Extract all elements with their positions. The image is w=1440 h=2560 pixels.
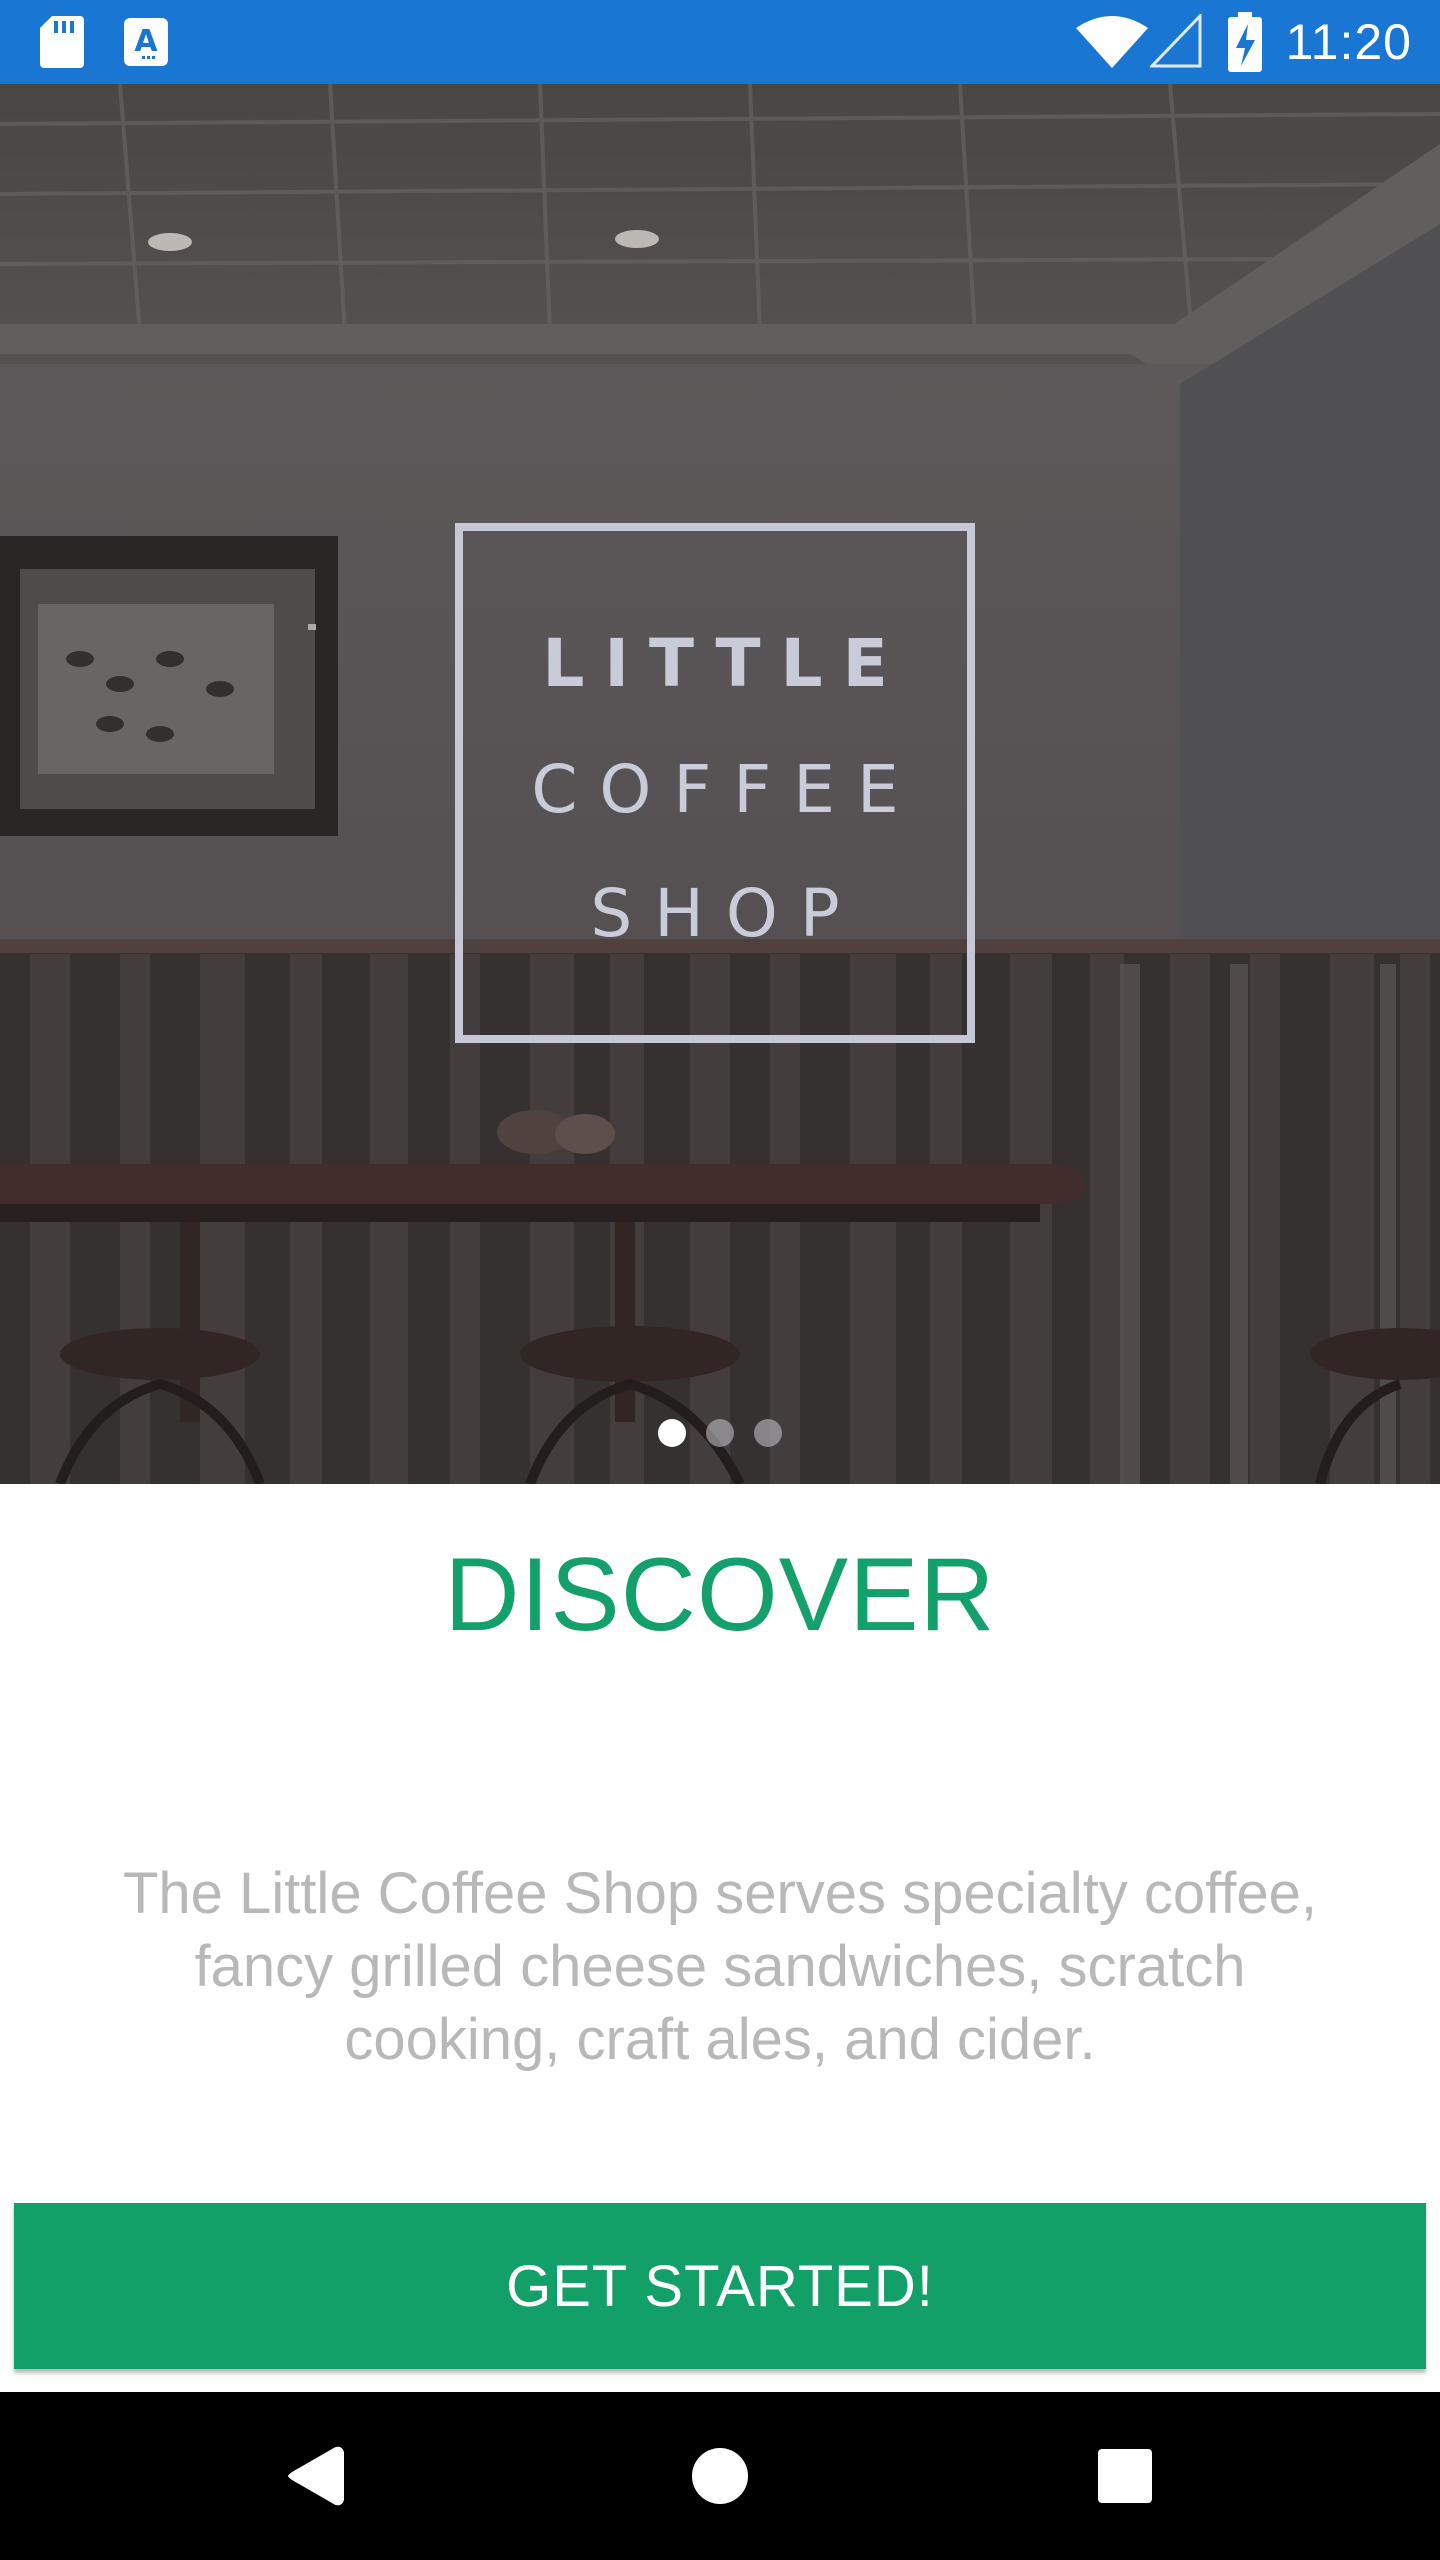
recents-button[interactable]	[1045, 2392, 1205, 2560]
logo-line-2: COFFEE	[531, 751, 921, 828]
get-started-button[interactable]: GET STARTED!	[14, 2203, 1426, 2369]
wifi-icon	[1076, 16, 1148, 73]
home-button[interactable]	[640, 2392, 800, 2560]
page-title: DISCOVER	[444, 1537, 996, 1653]
page-indicator-dot[interactable]	[754, 1419, 782, 1447]
back-icon	[288, 2446, 344, 2506]
status-bar: A 11:20	[0, 0, 1440, 84]
back-button[interactable]	[236, 2392, 396, 2560]
accessibility-a-icon: A	[124, 18, 168, 71]
recents-icon	[1098, 2449, 1152, 2503]
home-icon	[692, 2448, 748, 2504]
coffee-shop-logo: LITTLE COFFEE SHOP	[455, 523, 975, 1043]
page-indicator-dot[interactable]	[706, 1419, 734, 1447]
battery-charging-icon	[1228, 12, 1262, 77]
sd-card-icon	[40, 16, 84, 73]
hero-banner[interactable]: LITTLE COFFEE SHOP	[0, 84, 1440, 1484]
cellular-signal-icon	[1148, 12, 1202, 73]
status-time: 11:20	[1285, 14, 1412, 70]
page-indicator[interactable]	[0, 1419, 1440, 1449]
page-indicator-dot[interactable]	[658, 1419, 686, 1447]
description-text: The Little Coffee Shop serves specialty …	[123, 1861, 1317, 2072]
svg-text:A: A	[134, 24, 158, 59]
logo-line-3: SHOP	[590, 875, 862, 952]
navigation-bar	[0, 2392, 1440, 2560]
logo-line-1: LITTLE	[542, 625, 908, 702]
